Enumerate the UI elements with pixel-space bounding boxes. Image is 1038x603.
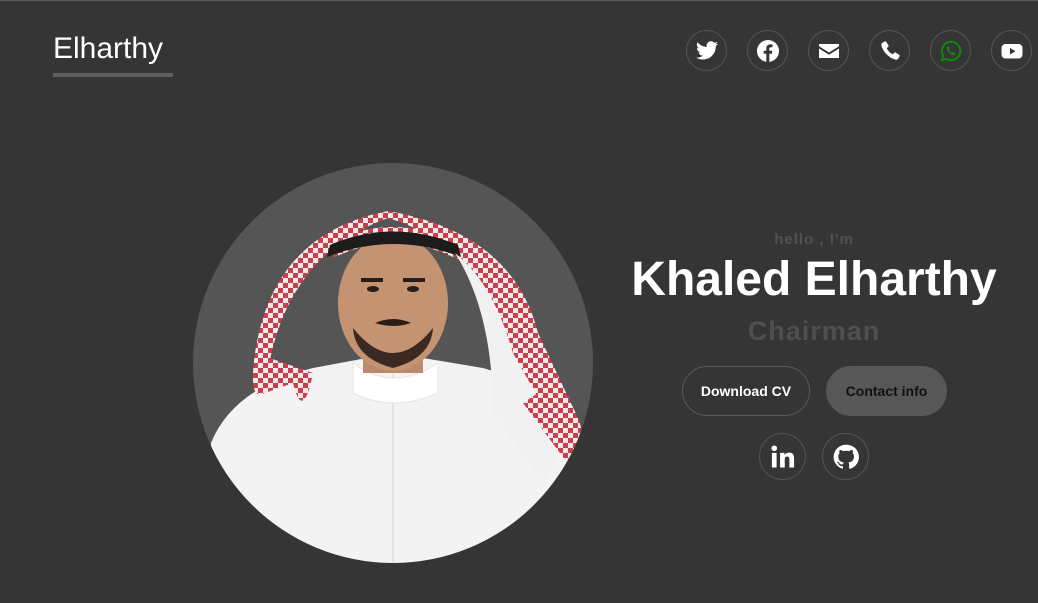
profile-links [759,433,869,480]
profile-photo [193,163,593,563]
whatsapp-icon [940,40,961,61]
hero-intro: hello , I'm Khaled Elharthy Chairman [614,231,1014,347]
profile-portrait [203,211,585,563]
email-link[interactable] [808,30,849,71]
site-logo[interactable]: Elharthy [53,31,173,77]
download-cv-button[interactable]: Download CV [682,366,810,416]
twitter-link[interactable] [686,30,727,71]
twitter-icon [695,40,718,60]
linkedin-icon [770,444,794,467]
person-name: Khaled Elharthy [631,253,997,306]
person-role: Chairman [747,316,881,346]
youtube-link[interactable] [991,30,1032,71]
facebook-icon [756,39,779,62]
github-link[interactable] [822,433,869,480]
facebook-link[interactable] [747,30,788,71]
youtube-icon [1001,43,1022,58]
github-icon [833,444,859,469]
contact-info-button[interactable]: Contact info [826,366,947,416]
greeting-text: hello , I'm [774,231,854,248]
phone-link[interactable] [869,30,910,71]
linkedin-link[interactable] [759,433,806,480]
whatsapp-link[interactable] [930,30,971,71]
envelope-icon [818,43,839,58]
phone-icon [880,40,900,60]
header-social-links [686,30,1032,71]
hero-actions: Download CV Contact info [682,366,947,416]
